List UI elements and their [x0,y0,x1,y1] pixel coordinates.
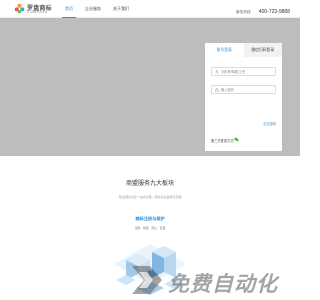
logo-mark-icon [14,3,25,14]
hotline-label: 服务热线: [236,10,252,14]
password-field[interactable] [211,85,276,94]
hotline: 服务热线: 400-723-9888 [236,0,290,18]
page: 罗盘商标 COMPASS 首页 企业服务 关于我们 服务热线: 400-723-… [0,0,300,300]
logo[interactable]: 罗盘商标 COMPASS [14,1,56,17]
third-party-login-label: 第三方登录方式: [211,139,235,143]
nav-enterprise-services[interactable]: 企业服务 [80,0,106,18]
tab-wechat-login[interactable]: 微信扫码登录 [243,43,282,57]
password-input[interactable] [221,86,275,93]
top-header: 罗盘商标 COMPASS 首页 企业服务 关于我们 服务热线: 400-723-… [0,0,300,18]
nav-about-us[interactable]: 关于我们 [108,0,134,18]
logo-text-en: COMPASS [27,10,48,14]
feature-title: 商标注册与保护 [135,216,165,221]
play-logo-icon [132,266,162,294]
services-subtitle: 专业团队为您一站式办理，服务企业品牌全流程 [118,195,182,199]
login-card: 账号登录 微信扫码登录 忘记密码 第三方登录方式: [205,43,282,151]
services-title: 商盟服务九大板块 [125,181,174,187]
nav-home[interactable]: 首页 [60,0,78,18]
main-nav: 首页 企业服务 关于我们 [60,0,136,18]
login-tabs: 账号登录 微信扫码登录 [205,43,282,57]
username-field[interactable] [211,67,276,76]
forgot-password-link[interactable]: 忘记密码 [263,121,276,126]
watermark-text: 免费自动化 [168,273,278,296]
tab-account-login[interactable]: 账号登录 [205,43,244,57]
username-input[interactable] [221,68,275,75]
wechat-icon[interactable] [234,137,239,142]
lock-icon [215,88,219,92]
hotline-number[interactable]: 400-723-9888 [259,9,290,15]
user-icon [215,70,219,74]
